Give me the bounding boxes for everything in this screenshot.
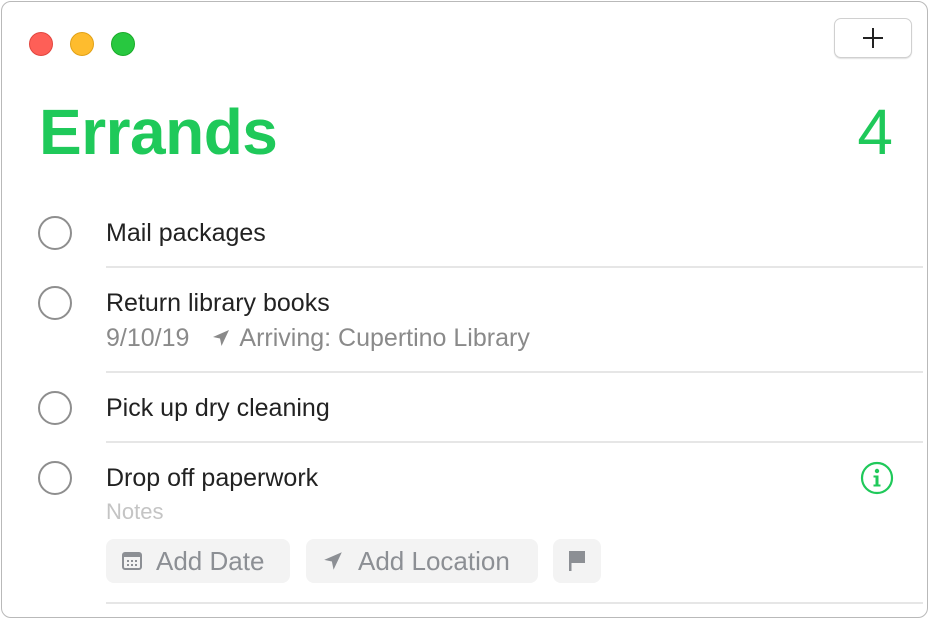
add-reminder-button[interactable] — [834, 18, 912, 58]
complete-checkbox[interactable] — [38, 461, 72, 495]
list-title: Errands — [39, 96, 278, 168]
reminder-row: Return library books 9/10/19 Arriving: C… — [2, 282, 927, 377]
reminder-location: Arriving: Cupertino Library — [239, 324, 530, 352]
minimize-window-button[interactable] — [70, 32, 94, 56]
reminder-title[interactable]: Drop off paperwork — [106, 463, 318, 493]
reminder-title[interactable]: Mail packages — [106, 218, 266, 248]
add-date-button[interactable]: Add Date — [106, 539, 290, 583]
notes-field[interactable]: Notes — [106, 498, 163, 526]
info-button[interactable] — [860, 461, 894, 495]
reminder-row: Pick up dry cleaning — [2, 387, 927, 445]
reminder-row: Mail packages — [2, 212, 927, 270]
flag-icon — [569, 551, 585, 571]
complete-checkbox[interactable] — [38, 286, 72, 320]
row-divider — [106, 602, 923, 604]
reminder-title[interactable]: Pick up dry cleaning — [106, 393, 330, 423]
reminder-details: 9/10/19 Arriving: Cupertino Library — [106, 323, 530, 353]
zoom-window-button[interactable] — [111, 32, 135, 56]
reminder-count: 4 — [857, 96, 893, 168]
location-arrow-icon — [213, 330, 230, 346]
add-location-label: Add Location — [358, 545, 510, 576]
reminders-window: Errands 4 Mail packages Return library b… — [1, 1, 928, 618]
add-date-label: Add Date — [156, 545, 265, 576]
flag-button[interactable] — [553, 539, 601, 583]
info-icon — [860, 461, 894, 495]
close-window-button[interactable] — [29, 32, 53, 56]
plus-icon — [863, 28, 883, 48]
row-divider — [106, 266, 923, 268]
reminder-date: 9/10/19 — [106, 324, 190, 352]
complete-checkbox[interactable] — [38, 216, 72, 250]
reminder-row-expanded: Drop off paperwork Notes Add Date Add Lo… — [2, 457, 927, 617]
calendar-icon — [122, 552, 142, 570]
reminder-title[interactable]: Return library books — [106, 288, 330, 318]
add-location-button[interactable]: Add Location — [306, 539, 538, 583]
complete-checkbox[interactable] — [38, 391, 72, 425]
location-arrow-icon — [324, 552, 342, 570]
row-divider — [106, 441, 923, 443]
row-divider — [106, 371, 923, 373]
